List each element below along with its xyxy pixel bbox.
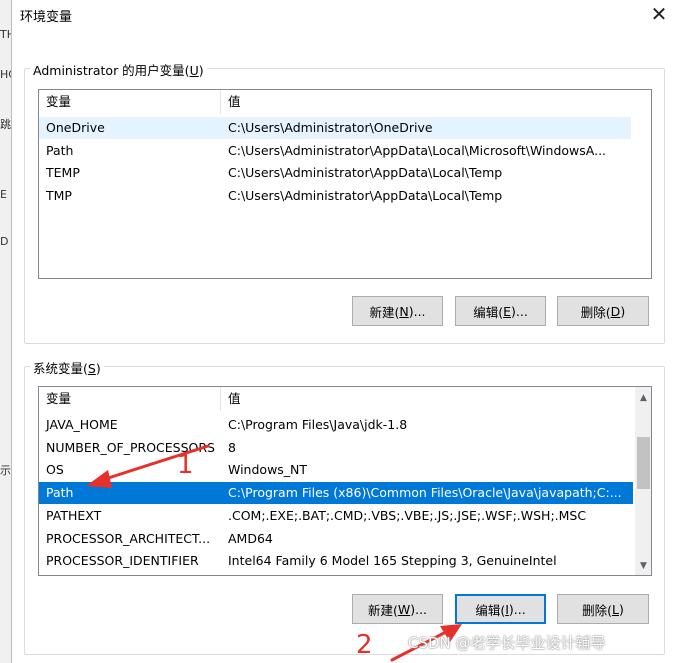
annotation-step-1: 1	[177, 450, 194, 480]
annotation-layer	[86, 444, 462, 662]
annotation-step-2: 2	[356, 630, 373, 660]
watermark: CSDN @老学长毕业设计辅导	[408, 634, 606, 652]
